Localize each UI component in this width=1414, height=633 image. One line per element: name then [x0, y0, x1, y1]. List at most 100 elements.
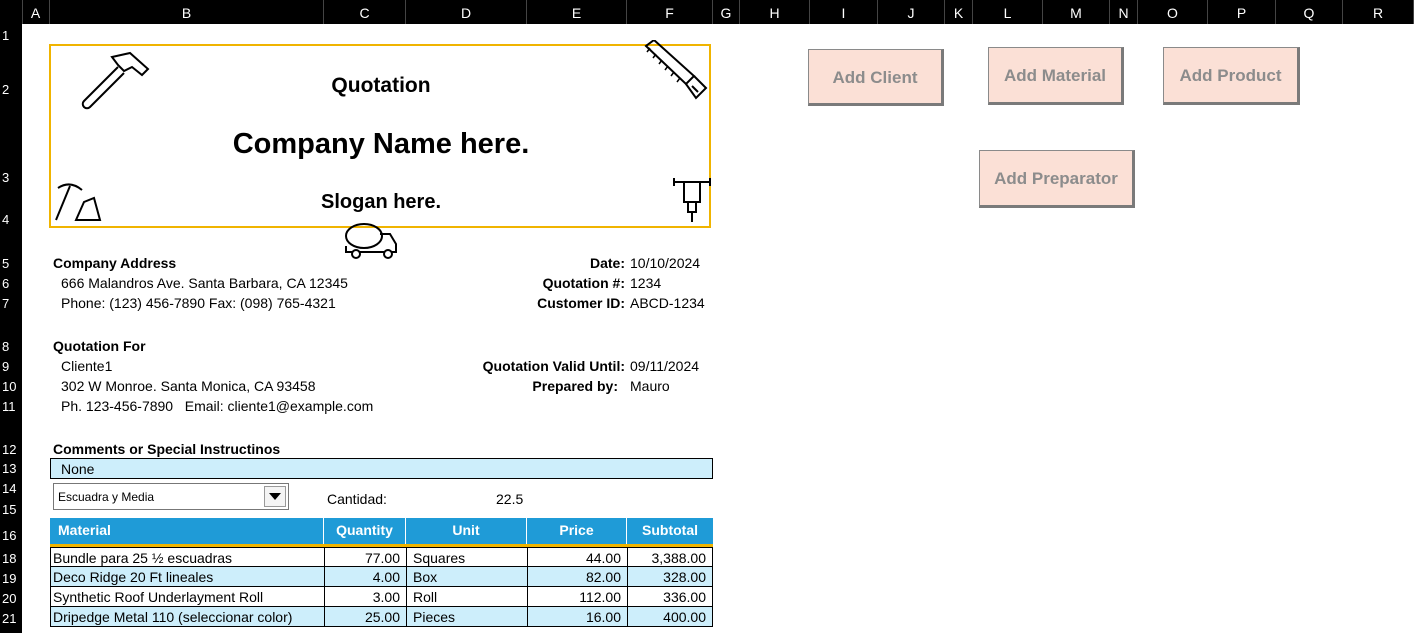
date-label: Date:	[589, 255, 625, 271]
row-header[interactable]: 14	[0, 481, 22, 496]
row-header[interactable]: 6	[0, 276, 22, 291]
row-header[interactable]: 11	[0, 399, 22, 414]
prepared-by-value[interactable]: Mauro	[630, 378, 670, 394]
cell-material[interactable]: Deco Ridge 20 Ft lineales	[51, 567, 325, 586]
row-header[interactable]: 5	[0, 256, 22, 271]
cell-unit[interactable]: Squares	[407, 548, 528, 567]
row-header[interactable]: 4	[0, 212, 22, 227]
table-row[interactable]: Dripedge Metal 110 (seleccionar color) 2…	[50, 607, 713, 627]
materials-table-header: Material Quantity Unit Price Subtotal	[50, 518, 713, 547]
header-unit[interactable]: Unit	[406, 518, 527, 544]
cell-price[interactable]: 16.00	[528, 607, 628, 626]
comments-heading: Comments or Special Instructinos	[53, 441, 281, 457]
col-header-r[interactable]: R	[1343, 0, 1414, 24]
company-address[interactable]: 666 Malandros Ave. Santa Barbara, CA 123…	[61, 275, 348, 291]
header-material[interactable]: Material	[50, 518, 324, 544]
client-contact[interactable]: Ph. 123-456-7890 Email: cliente1@example…	[61, 398, 373, 414]
dropdown-arrow-icon[interactable]	[264, 486, 286, 507]
col-header-q[interactable]: Q	[1276, 0, 1343, 24]
col-header-e[interactable]: E	[527, 0, 627, 24]
col-header-c[interactable]: C	[324, 0, 406, 24]
add-client-button[interactable]: Add Client	[808, 49, 944, 106]
col-header-p[interactable]: P	[1208, 0, 1276, 24]
cell-quantity[interactable]: 4.00	[325, 567, 407, 586]
header-subtotal[interactable]: Subtotal	[627, 518, 713, 544]
quotation-number-value[interactable]: 1234	[630, 275, 661, 291]
client-name[interactable]: Cliente1	[61, 358, 112, 374]
row-header[interactable]: 16	[0, 528, 22, 543]
quotation-number-label: Quotation #:	[542, 275, 625, 291]
customer-id-label: Customer ID:	[537, 295, 625, 311]
cell-subtotal[interactable]: 328.00	[628, 567, 712, 586]
row-header[interactable]: 12	[0, 442, 22, 457]
header-quantity[interactable]: Quantity	[324, 518, 406, 544]
cell-subtotal[interactable]: 400.00	[628, 607, 712, 626]
cell-subtotal[interactable]: 336.00	[628, 587, 712, 606]
col-header-b[interactable]: B	[50, 0, 324, 24]
row-header[interactable]: 3	[0, 170, 22, 185]
material-dropdown[interactable]: Escuadra y Media	[53, 483, 289, 510]
quantity-label: Cantidad:	[327, 491, 387, 507]
col-header-f[interactable]: F	[627, 0, 713, 24]
date-value[interactable]: 10/10/2024	[630, 255, 700, 271]
hammer-icon	[81, 51, 150, 110]
select-all-corner[interactable]	[0, 0, 23, 24]
add-material-button[interactable]: Add Material	[988, 47, 1124, 105]
col-header-a[interactable]: A	[22, 0, 50, 24]
col-header-h[interactable]: H	[740, 0, 810, 24]
row-header[interactable]: 9	[0, 359, 22, 374]
cell-subtotal[interactable]: 3,388.00	[628, 548, 712, 567]
header-price[interactable]: Price	[527, 518, 627, 544]
col-header-k[interactable]: K	[945, 0, 973, 24]
valid-until-label: Quotation Valid Until:	[482, 358, 625, 374]
client-address[interactable]: 302 W Monroe. Santa Monica, CA 93458	[61, 378, 315, 394]
row-header[interactable]: 7	[0, 296, 22, 311]
row-header[interactable]: 8	[0, 339, 22, 354]
row-header[interactable]: 15	[0, 502, 22, 517]
company-name: Company Name here.	[232, 128, 530, 160]
row-header[interactable]: 19	[0, 571, 22, 586]
cell-unit[interactable]: Roll	[407, 587, 528, 606]
cell-material[interactable]: Synthetic Roof Underlayment Roll	[51, 587, 325, 606]
cell-price[interactable]: 44.00	[528, 548, 628, 567]
table-row[interactable]: Bundle para 25 ½ escuadras 77.00 Squares…	[50, 547, 713, 567]
row-header[interactable]: 10	[0, 379, 22, 394]
quantity-value[interactable]: 22.5	[496, 491, 523, 507]
cell-price[interactable]: 112.00	[528, 587, 628, 606]
row-header[interactable]: 21	[0, 611, 22, 626]
row-header[interactable]: 1	[0, 28, 22, 43]
col-header-l[interactable]: L	[973, 0, 1043, 24]
cell-price[interactable]: 82.00	[528, 567, 628, 586]
cell-material[interactable]: Dripedge Metal 110 (seleccionar color)	[51, 607, 325, 626]
col-header-n[interactable]: N	[1110, 0, 1138, 24]
col-header-d[interactable]: D	[406, 0, 527, 24]
row-header[interactable]: 13	[0, 461, 22, 476]
row-header[interactable]: 2	[0, 82, 22, 97]
cell-quantity[interactable]: 3.00	[325, 587, 407, 606]
company-phone[interactable]: Phone: (123) 456-7890 Fax: (098) 765-432…	[61, 295, 336, 311]
col-header-g[interactable]: G	[713, 0, 740, 24]
jackhammer-icon	[673, 178, 711, 222]
row-header[interactable]: 20	[0, 591, 22, 606]
prepared-by-label: Prepared by:	[532, 378, 618, 394]
col-header-m[interactable]: M	[1043, 0, 1110, 24]
cell-quantity[interactable]: 25.00	[325, 607, 407, 626]
add-preparator-button[interactable]: Add Preparator	[979, 150, 1135, 208]
table-row[interactable]: Synthetic Roof Underlayment Roll 3.00 Ro…	[50, 587, 713, 607]
col-header-i[interactable]: I	[810, 0, 878, 24]
add-product-button[interactable]: Add Product	[1163, 47, 1300, 105]
cell-material[interactable]: Bundle para 25 ½ escuadras	[51, 548, 325, 567]
cell-unit[interactable]: Box	[407, 567, 528, 586]
customer-id-value[interactable]: ABCD-1234	[630, 295, 705, 311]
col-header-o[interactable]: O	[1138, 0, 1208, 24]
col-header-j[interactable]: J	[878, 0, 945, 24]
cell-unit[interactable]: Pieces	[407, 607, 528, 626]
cement-truck-icon	[345, 223, 397, 259]
comments-cell[interactable]: None	[50, 458, 713, 479]
valid-until-value[interactable]: 09/11/2024	[630, 358, 699, 374]
row-header[interactable]: 18	[0, 551, 22, 566]
cell-quantity[interactable]: 77.00	[325, 548, 407, 567]
table-row[interactable]: Deco Ridge 20 Ft lineales 4.00 Box 82.00…	[50, 567, 713, 587]
row-header-bar: 1 2 3 4 5 6 7 8 9 10 11 12 13 14 15 16 1…	[0, 24, 22, 633]
company-address-heading: Company Address	[53, 255, 177, 271]
